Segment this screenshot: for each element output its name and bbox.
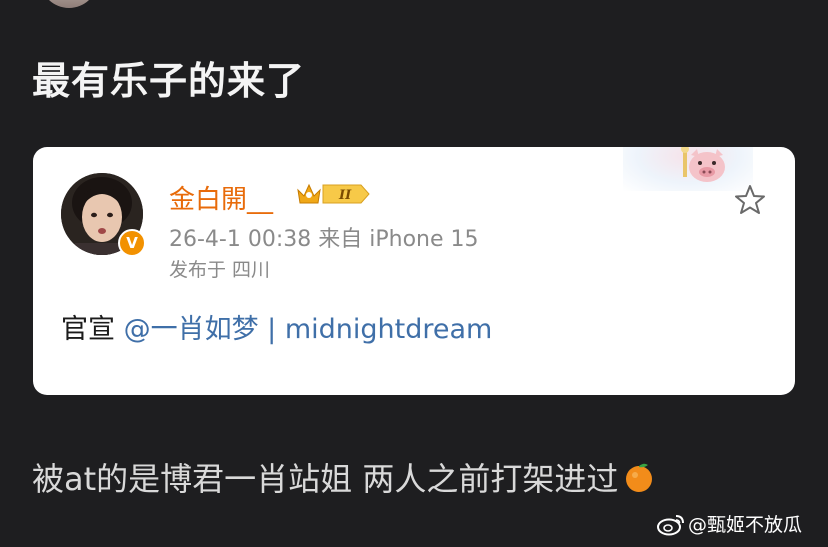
quoted-post-text: 官宣 @一肖如梦 | midnightdream: [61, 307, 492, 346]
post-time: 26-4-1 00:38: [169, 227, 312, 252]
favorite-star-icon[interactable]: [733, 183, 767, 217]
member-level-text: II: [338, 188, 352, 203]
post-location: 发布于 四川: [169, 259, 271, 281]
post-meta: 26-4-1 00:38 来自 iPhone 15: [169, 221, 479, 253]
weibo-icon: [657, 514, 684, 535]
member-crown-badge-icon[interactable]: II: [295, 181, 373, 207]
quoted-weibo-card[interactable]: V 金白開__ II 26-4-1 00:38 来自 iPhone 15 发布于…: [33, 147, 795, 395]
watermark: @甄姬不放瓜: [656, 510, 802, 537]
watermark-text: @甄姬不放瓜: [688, 514, 803, 536]
orange-emoji-icon: [626, 463, 653, 492]
body-suffix: | midnightdream: [258, 314, 493, 345]
post-source: 来自 iPhone 15: [318, 227, 479, 252]
poster-avatar[interactable]: [40, 0, 98, 8]
mention-link[interactable]: @一肖如梦: [124, 314, 259, 345]
comment-text: 被at的是博君一肖站姐 两人之前打架进过: [32, 454, 656, 500]
body-prefix: 官宣: [61, 314, 124, 345]
post-text: 最有乐子的来了: [32, 59, 306, 103]
pig-sticker-icon: [681, 147, 725, 182]
quoted-username[interactable]: 金白開__: [169, 179, 273, 216]
comment-body: 被at的是博君一肖站姐 两人之前打架进过: [32, 460, 619, 498]
verified-badge: V: [118, 229, 146, 257]
